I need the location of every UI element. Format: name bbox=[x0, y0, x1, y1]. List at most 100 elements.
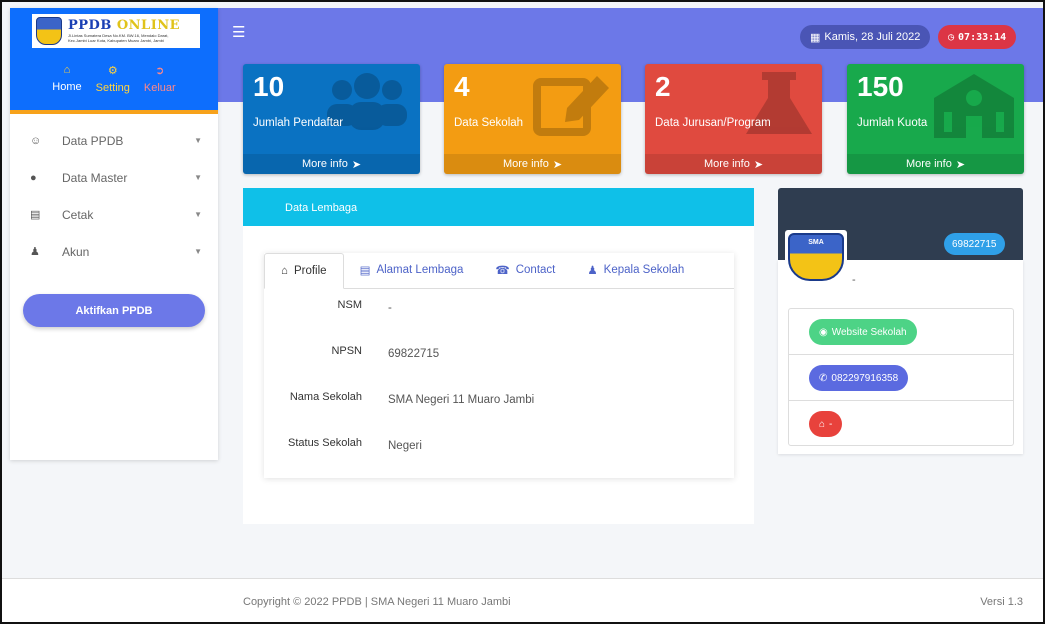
field-label: NPSN bbox=[331, 345, 362, 357]
sidebar: PPDB ONLINE Jl.Lintas Sumatera Desa No.K… bbox=[10, 8, 218, 460]
version-text: Versi 1.3 bbox=[980, 596, 1023, 608]
sidebar-item-data-master[interactable]: ● Data Master ▼ bbox=[10, 159, 218, 196]
home-label: - bbox=[829, 418, 833, 430]
sidebar-nav: ☺ Data PPDB ▼ ● Data Master ▼ ▤ Cetak ▼ … bbox=[10, 114, 218, 270]
hamburger-menu-icon[interactable]: ☰ bbox=[232, 23, 245, 41]
home-address-button[interactable]: ⌂ - bbox=[809, 411, 843, 437]
time-badge: ◷ 07:33:14 bbox=[938, 25, 1017, 49]
stat-label: Data Sekolah bbox=[454, 117, 524, 129]
stat-box-jurusan: 2 Data Jurusan/Program More info ➤ bbox=[645, 64, 822, 174]
field-value: SMA Negeri 11 Muaro Jambi bbox=[388, 394, 535, 406]
tab-alamat-lembaga[interactable]: ▤ Alamat Lembaga bbox=[344, 252, 480, 288]
sidebar-item-label: Data PPDB bbox=[62, 133, 124, 148]
whatsapp-icon: ✆ bbox=[819, 372, 828, 384]
whatsapp-button[interactable]: ✆ 082297916358 bbox=[809, 365, 909, 391]
school-links-list: ◉ Website Sekolah ✆ 082297916358 ⌂ - bbox=[788, 308, 1014, 446]
phone-label: 082297916358 bbox=[831, 372, 899, 384]
field-label: Nama Sekolah bbox=[289, 391, 362, 403]
time-text: 07:33:14 bbox=[958, 31, 1007, 43]
address-card-icon: ▤ bbox=[359, 265, 371, 277]
user-icon: ♟ bbox=[30, 246, 40, 258]
sidebar-item-akun[interactable]: ♟ Akun ▼ bbox=[10, 233, 218, 270]
caret-down-icon: ▼ bbox=[194, 136, 202, 145]
calendar-icon: ▦ bbox=[810, 31, 821, 44]
list-item: ◉ Website Sekolah bbox=[789, 309, 1013, 355]
caret-down-icon: ▼ bbox=[194, 247, 202, 256]
menu-logout[interactable]: ➲ Keluar bbox=[144, 64, 176, 110]
clock-icon: ◷ bbox=[948, 31, 955, 43]
more-info-link[interactable]: More info ➤ bbox=[847, 154, 1024, 174]
sidebar-item-label: Akun bbox=[62, 244, 90, 259]
field-value: - bbox=[388, 302, 392, 314]
sidebar-item-label: Data Master bbox=[62, 170, 128, 185]
arrow-circle-right-icon: ➤ bbox=[552, 158, 563, 171]
brand-title: PPDB ONLINE bbox=[68, 18, 181, 33]
tab-kepala-sekolah[interactable]: ♟ Kepala Sekolah bbox=[571, 252, 700, 288]
home-icon: ⌂ bbox=[63, 64, 71, 76]
more-info-label: More info bbox=[905, 158, 952, 170]
fire-icon: ● bbox=[30, 171, 37, 184]
caret-down-icon: ▼ bbox=[194, 173, 202, 182]
stat-value: 4 bbox=[454, 71, 470, 102]
stat-value: 2 bbox=[655, 71, 671, 102]
tab-profile[interactable]: ⌂ Profile bbox=[264, 253, 344, 289]
sign-out-icon: ➲ bbox=[155, 65, 165, 77]
stat-label: Jumlah Pendaftar bbox=[253, 117, 344, 129]
field-label: NSM bbox=[337, 299, 362, 311]
menu-logout-label: Keluar bbox=[143, 82, 176, 94]
copyright-text: Copyright © 2022 PPDB | SMA Negeri 11 Mu… bbox=[243, 596, 511, 608]
stat-label: Data Jurusan/Program bbox=[655, 117, 771, 129]
tab-label: Kepala Sekolah bbox=[603, 264, 685, 276]
more-info-link[interactable]: More info ➤ bbox=[645, 154, 822, 174]
website-label: Website Sekolah bbox=[831, 326, 907, 338]
home-icon: ⌂ bbox=[281, 265, 288, 277]
users-icon: ☺ bbox=[30, 134, 42, 147]
globe-icon: ◉ bbox=[819, 326, 828, 338]
brand-bar: PPDB ONLINE Jl.Lintas Sumatera Desa No.K… bbox=[10, 8, 218, 54]
caret-down-icon: ▼ bbox=[194, 210, 202, 219]
stat-box-kuota: 150 Jumlah Kuota More info ➤ bbox=[847, 64, 1024, 174]
date-text: Kamis, 28 Juli 2022 bbox=[824, 31, 921, 43]
school-name: - bbox=[852, 274, 856, 286]
tab-bar: ⌂ Profile ▤ Alamat Lembaga ☎ Contact ♟ K… bbox=[264, 253, 734, 289]
sidebar-item-cetak[interactable]: ▤ Cetak ▼ bbox=[10, 196, 218, 233]
tab-contact[interactable]: ☎ Contact bbox=[479, 252, 571, 288]
menu-home-label: Home bbox=[52, 81, 82, 93]
top-menu: ⌂ Home ⚙ Setting ➲ Keluar bbox=[10, 54, 218, 114]
users-cog-icon: ⚙ bbox=[107, 65, 118, 77]
school-icon bbox=[934, 74, 1014, 138]
sidebar-item-data-ppdb[interactable]: ☺ Data PPDB ▼ bbox=[10, 122, 218, 159]
contact-icon: ☎ bbox=[495, 265, 510, 277]
school-emblem-icon: SMA bbox=[788, 233, 844, 281]
home-icon: ⌂ bbox=[819, 418, 826, 430]
more-info-link[interactable]: More info ➤ bbox=[243, 154, 420, 174]
panel-title: Data Lembaga bbox=[243, 188, 754, 226]
more-info-link[interactable]: More info ➤ bbox=[444, 154, 621, 174]
field-label: Status Sekolah bbox=[288, 437, 362, 449]
stat-value: 150 bbox=[857, 71, 904, 102]
school-emblem-icon bbox=[36, 17, 62, 45]
school-logo: SMA bbox=[785, 230, 847, 284]
stat-value: 10 bbox=[253, 71, 285, 102]
brand-address-line2: Kec.Jambi Luar Kota, Kabupaten Muaro Jam… bbox=[68, 38, 164, 43]
tab-label: Contact bbox=[515, 264, 556, 276]
print-icon: ▤ bbox=[30, 209, 41, 221]
menu-setting-label: Setting bbox=[95, 82, 130, 94]
stat-box-sekolah: 4 Data Sekolah More info ➤ bbox=[444, 64, 621, 174]
field-value: Negeri bbox=[388, 440, 422, 452]
arrow-circle-right-icon: ➤ bbox=[955, 158, 966, 171]
website-button[interactable]: ◉ Website Sekolah bbox=[809, 319, 917, 345]
activate-ppdb-button[interactable]: Aktifkan PPDB bbox=[23, 294, 205, 327]
tab-label: Alamat Lembaga bbox=[376, 264, 464, 276]
brand-logo[interactable]: PPDB ONLINE Jl.Lintas Sumatera Desa No.K… bbox=[32, 14, 200, 48]
menu-setting[interactable]: ⚙ Setting bbox=[96, 64, 130, 110]
more-info-label: More info bbox=[502, 158, 549, 170]
date-badge: ▦ Kamis, 28 Juli 2022 bbox=[800, 25, 931, 49]
npsn-badge: 69822715 bbox=[944, 233, 1005, 255]
menu-home[interactable]: ⌂ Home bbox=[52, 64, 81, 110]
logo-text: SMA bbox=[808, 239, 824, 246]
footer: Copyright © 2022 PPDB | SMA Negeri 11 Mu… bbox=[0, 578, 1045, 624]
user-icon: ♟ bbox=[587, 265, 598, 277]
more-info-label: More info bbox=[301, 158, 348, 170]
more-info-label: More info bbox=[703, 158, 750, 170]
